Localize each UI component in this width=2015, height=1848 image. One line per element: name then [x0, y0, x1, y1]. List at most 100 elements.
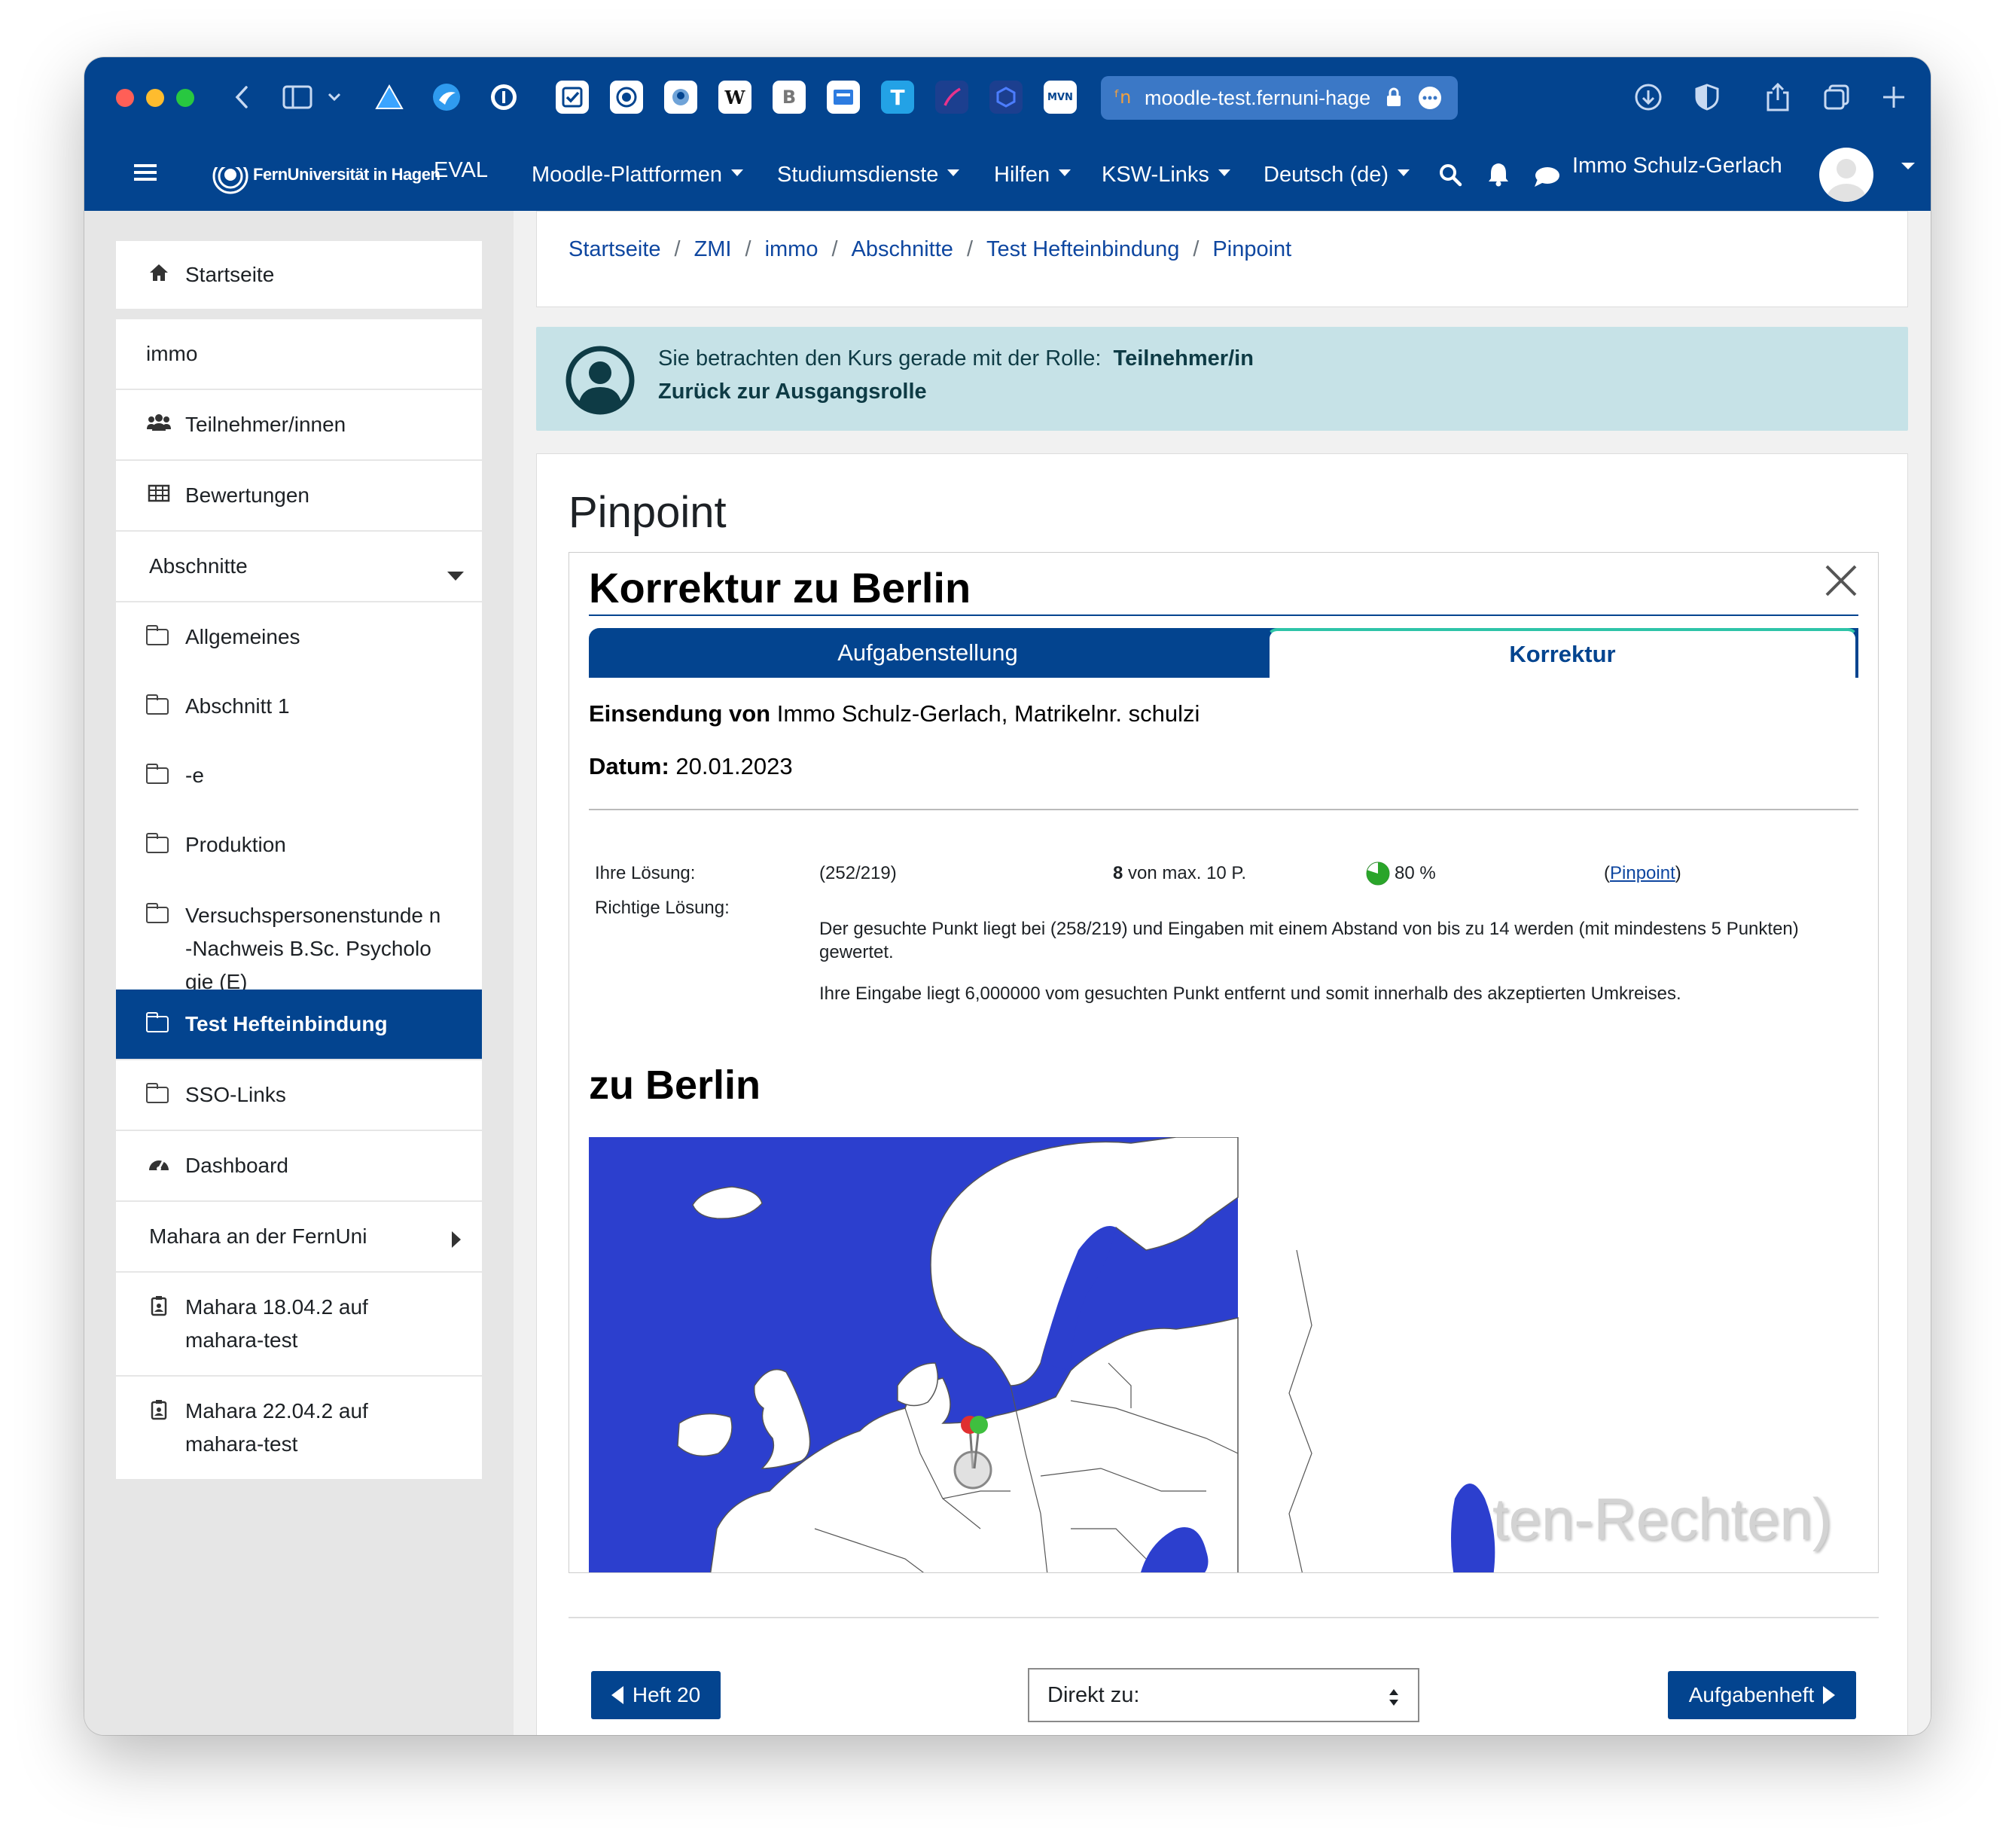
correction-panel: Korrektur zu Berlin Aufgabenstellung Kor…: [569, 552, 1879, 1573]
next-label: Aufgabenheft: [1688, 1683, 1815, 1706]
sidebar-item-label: Produktion: [185, 833, 286, 856]
main-content: Startseite / ZMI / immo / Abschnitte / Test Heft…: [514, 211, 1931, 1735]
extension-triangle-icon[interactable]: [373, 81, 405, 113]
map-area[interactable]: [589, 1137, 1500, 1572]
extension-bird-icon[interactable]: [431, 81, 462, 113]
user-name[interactable]: Immo Schulz-Gerlach: [1572, 154, 1782, 178]
bell-icon[interactable]: [1486, 161, 1510, 191]
europe-map: [589, 1137, 1500, 1572]
sidebar-item-bewertungen[interactable]: Bewertungen: [116, 461, 482, 530]
sidebar-item-dashboard[interactable]: Dashboard: [116, 1131, 482, 1200]
jump-to-select[interactable]: Direkt zu:: [1028, 1668, 1419, 1722]
user-menu-caret-icon[interactable]: [1901, 161, 1916, 175]
sidebar-item-label: Mahara an der FernUni: [149, 1224, 367, 1248]
your-solution-label: Ihre Lösung:: [595, 863, 696, 883]
role-name: Teilnehmer/in: [1113, 346, 1254, 371]
address-bar[interactable]: ᶠn moodle-test.fernuni-hage: [1101, 76, 1458, 120]
breadcrumb-separator: /: [831, 237, 838, 261]
breadcrumb-pinpoint[interactable]: Pinpoint: [1212, 237, 1291, 261]
select-arrows-icon: [1389, 1689, 1398, 1706]
share-icon[interactable]: [1762, 81, 1794, 113]
tab-korrektur[interactable]: Korrektur: [1267, 628, 1858, 678]
brand-text: FernUniversität in Hagen: [253, 165, 440, 184]
sidebar-item-produktion[interactable]: Produktion: [116, 810, 482, 880]
folder-icon: [146, 1083, 169, 1103]
prev-heft-button[interactable]: Heft 20: [591, 1671, 721, 1719]
sidebar-item-allgemeines[interactable]: Allgemeines: [116, 602, 482, 672]
tab-moodle-icon[interactable]: [664, 81, 697, 114]
password-manager-icon[interactable]: [488, 81, 520, 113]
sidebar-item-immo[interactable]: immo: [116, 319, 482, 389]
chevron-down-icon[interactable]: [324, 81, 345, 113]
menu-studiumsdienste[interactable]: Studiumsdienste: [777, 163, 960, 188]
pinpoint-link[interactable]: Pinpoint: [1610, 863, 1675, 883]
tab-hexagon-icon[interactable]: [989, 81, 1023, 114]
menu-language[interactable]: Deutsch (de): [1264, 163, 1410, 188]
tab-t-icon[interactable]: T: [881, 81, 914, 114]
tab-quill-icon[interactable]: [935, 81, 968, 114]
sidebar-item-startseite[interactable]: Startseite: [116, 241, 482, 309]
shield-icon[interactable]: [1691, 81, 1723, 113]
download-icon[interactable]: [1632, 81, 1664, 113]
return-to-role-link[interactable]: Zurück zur Ausgangsrolle: [658, 380, 927, 404]
breadcrumb-abschnitte[interactable]: Abschnitte: [852, 237, 953, 261]
minimize-window-button[interactable]: [146, 89, 164, 107]
menu-label: Deutsch (de): [1264, 163, 1389, 187]
tab-b-icon[interactable]: B: [773, 81, 806, 114]
sidebar-item-abschnitte[interactable]: Abschnitte: [116, 532, 482, 601]
browser-window: W B T MVN ᶠn moodle-test.fernuni-hage Fe…: [84, 57, 1931, 1735]
sidebar-item-label: Startseite: [185, 263, 275, 286]
avatar[interactable]: [1819, 148, 1873, 202]
breadcrumb-startseite[interactable]: Startseite: [569, 237, 661, 261]
tab-wikipedia-icon[interactable]: W: [718, 81, 751, 114]
sidebar-item-mahara-22[interactable]: Mahara 22.04.2 auf mahara-test: [116, 1377, 482, 1479]
menu-moodle-plattformen[interactable]: Moodle-Plattformen: [532, 163, 744, 188]
fernuni-logo[interactable]: FernUniversität in Hagen: [209, 154, 440, 197]
close-window-button[interactable]: [116, 89, 134, 107]
caret-down-icon: [1218, 169, 1230, 176]
submission-label: Einsendung von: [589, 700, 771, 727]
site-navbar: FernUniversität in Hagen EVAL Moodle-Pla…: [84, 140, 1931, 211]
sidebar-item-versuchspersonenstunden[interactable]: Versuchspersonenstunde n-Nachweis B.Sc. …: [116, 880, 482, 993]
submission-value: Immo Schulz-Gerlach, Matrikelnr. schulzi: [776, 700, 1200, 727]
new-tab-icon[interactable]: [1878, 81, 1910, 113]
sidebar-item-test-hefteinbindung[interactable]: Test Hefteinbindung: [116, 990, 482, 1059]
zoom-window-button[interactable]: [176, 89, 194, 107]
map-heading: zu Berlin: [589, 1063, 761, 1108]
sidebar-item-e[interactable]: -e: [116, 741, 482, 810]
menu-hilfen[interactable]: Hilfen: [994, 163, 1072, 188]
sidebar-item-mahara-fernuni[interactable]: Mahara an der FernUni: [116, 1202, 482, 1271]
sidebar-item-mahara-18[interactable]: Mahara 18.04.2 auf mahara-test: [116, 1273, 482, 1375]
folder-icon: [146, 833, 169, 853]
sidebar-item-label: -e: [185, 764, 204, 787]
breadcrumb-immo[interactable]: immo: [765, 237, 818, 261]
distance-text: Ihre Eingabe liegt 6,000000 vom gesuchte…: [819, 983, 1681, 1004]
sidebar-item-teilnehmer[interactable]: Teilnehmer/innen: [116, 390, 482, 459]
sidebar-toggle-icon[interactable]: [282, 81, 313, 113]
sidebar-item-abschnitt-1[interactable]: Abschnitt 1: [116, 672, 482, 741]
breadcrumb-separator: /: [745, 237, 751, 261]
aufgabenheft-button[interactable]: Aufgabenheft: [1668, 1671, 1856, 1719]
table-icon: [146, 484, 172, 508]
correct-solution-text: Der gesuchte Punkt liegt bei (258/219) u…: [819, 919, 1799, 962]
menu-ksw-links[interactable]: KSW-Links: [1102, 163, 1230, 188]
tab-calendar-icon[interactable]: [827, 81, 860, 114]
search-icon[interactable]: [1438, 163, 1462, 191]
tab-checklist-icon[interactable]: [556, 81, 589, 114]
tab-aufgabenstellung[interactable]: Aufgabenstellung: [589, 628, 1267, 678]
tab-mvn-icon[interactable]: MVN: [1044, 81, 1077, 114]
back-icon[interactable]: [226, 81, 258, 113]
breadcrumb-test-hefteinbindung[interactable]: Test Hefteinbindung: [986, 237, 1179, 261]
more-options-icon[interactable]: [1417, 85, 1443, 116]
breadcrumb-zmi[interactable]: ZMI: [694, 237, 732, 261]
sidebar-item-sso-links[interactable]: SSO-Links: [116, 1060, 482, 1130]
chat-icon[interactable]: [1533, 166, 1560, 192]
hamburger-menu-icon[interactable]: [134, 163, 157, 186]
lock-icon: [1386, 87, 1402, 113]
tab-fernuni-icon[interactable]: [610, 81, 643, 114]
url-text: moodle-test.fernuni-hage: [1145, 86, 1371, 109]
close-icon[interactable]: [1824, 563, 1858, 602]
sidebar-item-label: Abschnitt 1: [185, 694, 290, 718]
sidebar-item-label: Allgemeines: [185, 625, 300, 648]
tabs-overview-icon[interactable]: [1821, 81, 1852, 113]
